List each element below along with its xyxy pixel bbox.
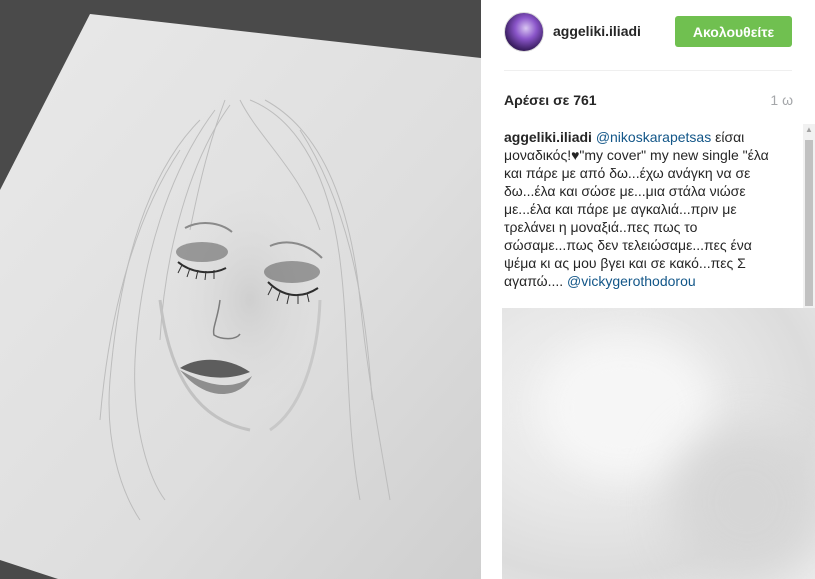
post-photo[interactable] [0, 0, 481, 579]
caption: aggeliki.iliadi @nikoskarapetsas είσαι μ… [504, 128, 782, 290]
post-time[interactable]: 1 ω [770, 92, 793, 108]
blur-shadow [672, 428, 815, 578]
following-button[interactable]: Ακολουθείτε [675, 16, 792, 47]
drawing-image [0, 0, 481, 579]
post-header: aggeliki.iliadi Ακολουθείτε [481, 0, 815, 70]
comments-scrollbar[interactable]: ▲ [803, 124, 815, 308]
likes-count[interactable]: Αρέσει σε 761 [504, 92, 597, 108]
caption-username[interactable]: aggeliki.iliadi [504, 129, 592, 145]
scroll-up-arrow-icon[interactable]: ▲ [803, 124, 815, 136]
mention-link[interactable]: @nikoskarapetsas [596, 129, 711, 145]
mention-link-2[interactable]: @vickygerothodorou [567, 273, 696, 289]
divider [504, 70, 792, 71]
caption-text: είσαι μοναδικός!♥"my cover" my new singl… [504, 129, 769, 289]
avatar[interactable] [504, 12, 544, 52]
scrollbar-thumb[interactable] [805, 140, 813, 306]
blurred-overlay [502, 308, 815, 579]
post-sidebar: aggeliki.iliadi Ακολουθείτε Αρέσει σε 76… [481, 0, 815, 579]
username-link[interactable]: aggeliki.iliadi [553, 23, 641, 39]
